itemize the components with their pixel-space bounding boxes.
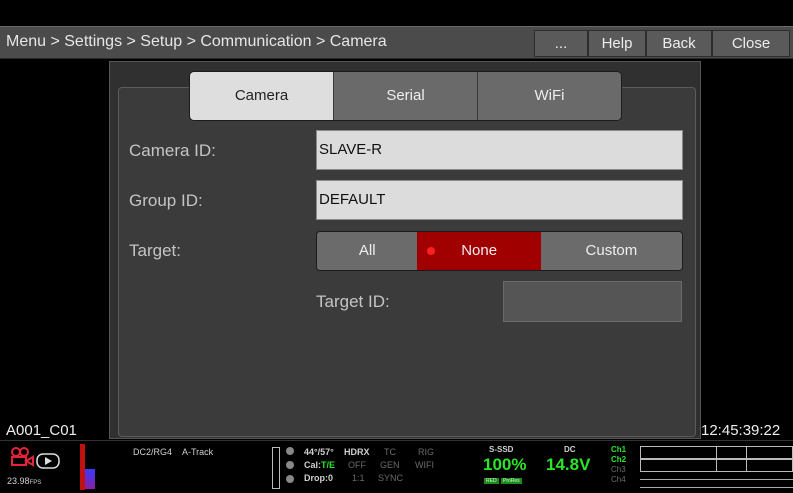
target-id-label: Target ID:	[316, 292, 390, 311]
camera-settings-dialog: Camera Serial WiFi Camera ID: SLAVE-R Gr…	[109, 61, 701, 439]
breadcrumb: Menu > Settings > Setup > Communication …	[6, 33, 387, 50]
tab-camera[interactable]: Camera	[190, 72, 334, 120]
target-option-custom[interactable]: Custom	[540, 232, 682, 270]
rig-value: WIFI	[415, 460, 434, 470]
hdrx-ratio: 1:1	[352, 473, 365, 483]
meter-tick	[716, 446, 717, 472]
media-badge-red: RED	[484, 478, 499, 484]
timecode: 12:45:39:22	[701, 422, 781, 439]
more-button[interactable]: ...	[534, 30, 588, 57]
help-button[interactable]: Help	[588, 30, 646, 57]
meter-tick	[746, 446, 747, 472]
storage-label: DC2/RG4	[133, 447, 173, 457]
target-selector: All None Custom	[316, 231, 683, 271]
back-button[interactable]: Back	[646, 30, 712, 57]
target-option-none[interactable]: None	[417, 232, 541, 270]
hdrx-label: HDRX	[344, 447, 370, 457]
cal-label: Cal:	[304, 460, 322, 470]
fps-unit: FPS	[29, 480, 42, 486]
tc-label: TC	[384, 447, 396, 457]
group-id-field[interactable]: DEFAULT	[316, 180, 683, 220]
media-badge-prores: ProRes	[501, 478, 522, 484]
channel-4: Ch4	[611, 475, 626, 484]
tab-serial[interactable]: Serial	[334, 72, 478, 120]
clip-name: A001_C01	[6, 422, 77, 439]
target-option-all[interactable]: All	[317, 232, 418, 270]
level-meter	[272, 447, 280, 489]
status-bar: 23.98FPS DC2/RG4 A-Track 44°/57° Cal:T/E…	[0, 440, 793, 493]
channel-3: Ch3	[611, 465, 626, 474]
target-label: Target:	[129, 241, 181, 260]
target-id-field[interactable]	[503, 281, 682, 322]
audio-meter-3	[640, 479, 793, 480]
status-dot-2	[286, 461, 294, 469]
channel-1: Ch1	[611, 445, 627, 454]
tab-bar: Camera Serial WiFi	[189, 71, 622, 121]
drop-frames: Drop:0	[304, 473, 333, 483]
play-icon[interactable]	[36, 453, 60, 469]
record-camera-icon[interactable]	[10, 447, 34, 467]
channel-2: Ch2	[611, 455, 627, 464]
cal-value: T/E	[321, 460, 336, 470]
group-id-label: Group ID:	[129, 191, 203, 210]
audio-meter-4	[640, 487, 793, 488]
media-label: S-SSD	[489, 445, 514, 454]
track-label: A-Track	[182, 447, 214, 457]
fps-value: 23.98	[7, 476, 30, 486]
power-voltage: 14.8V	[546, 455, 591, 474]
status-dot-3	[286, 475, 294, 483]
temperature: 44°/57°	[304, 447, 334, 457]
rig-label: RIG	[418, 447, 435, 457]
close-button[interactable]: Close	[712, 30, 790, 57]
top-bar: Menu > Settings > Setup > Communication …	[0, 26, 793, 59]
selected-indicator-icon	[427, 247, 436, 255]
camera-id-label: Camera ID:	[129, 141, 216, 160]
target-option-none-label: None	[461, 242, 498, 259]
audio-level-bar	[85, 469, 95, 489]
tc-value: GEN	[380, 460, 400, 470]
power-label: DC	[564, 445, 576, 454]
hdrx-value: OFF	[348, 460, 366, 470]
tab-wifi[interactable]: WiFi	[478, 72, 621, 120]
camera-id-field[interactable]: SLAVE-R	[316, 130, 683, 170]
status-dot-1	[286, 447, 294, 455]
media-percent: 100%	[483, 455, 527, 474]
tc-sync: SYNC	[378, 473, 404, 483]
